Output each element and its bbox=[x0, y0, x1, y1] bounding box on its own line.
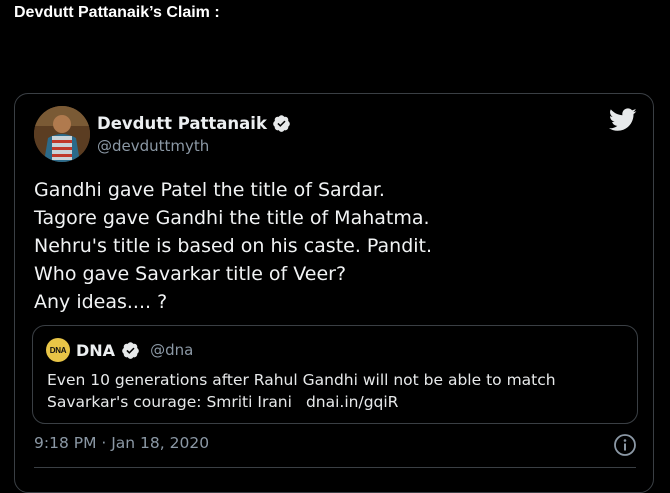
quoted-text-line: Even 10 generations after Rahul Gandhi w… bbox=[47, 371, 556, 389]
tweet-text-line: Tagore gave Gandhi the title of Mahatma. bbox=[34, 207, 430, 229]
quoted-tweet-header: DNA DNA @dna bbox=[46, 338, 193, 362]
tweet-text: Gandhi gave Patel the title of Sardar. T… bbox=[34, 176, 432, 316]
author-handle[interactable]: @devduttmyth bbox=[97, 137, 209, 155]
tweet-text-line: Any ideas.... ? bbox=[34, 291, 168, 313]
tweet-timestamp[interactable]: 9:18 PM · Jan 18, 2020 bbox=[34, 434, 209, 452]
tweet-text-line: Nehru's title is based on his caste. Pan… bbox=[34, 235, 433, 257]
tweet-card[interactable]: Devdutt Pattanaik @devduttmyth Gandhi ga… bbox=[14, 93, 654, 493]
quoted-text-line: Savarkar's courage: Smriti Irani bbox=[47, 393, 292, 411]
author-avatar[interactable] bbox=[34, 106, 90, 162]
dna-logo[interactable]: DNA bbox=[46, 338, 70, 362]
quoted-tweet-text: Even 10 generations after Rahul Gandhi w… bbox=[47, 369, 556, 413]
page-heading: Devdutt Pattanaik’s Claim : bbox=[14, 4, 220, 21]
quoted-author-handle: @dna bbox=[150, 341, 194, 359]
verified-badge-icon bbox=[273, 115, 290, 132]
info-icon[interactable] bbox=[613, 433, 637, 457]
quoted-text-line-2: Savarkar's courage: Smriti Irani dnai.in/… bbox=[47, 391, 556, 413]
twitter-bird-icon[interactable] bbox=[609, 108, 637, 132]
quoted-author-name: DNA bbox=[76, 340, 116, 360]
author-name[interactable]: Devdutt Pattanaik bbox=[97, 114, 267, 133]
tweet-divider bbox=[34, 467, 636, 468]
quoted-tweet-card[interactable]: DNA DNA @dna Even 10 generations after R… bbox=[32, 325, 638, 424]
verified-badge-icon bbox=[122, 341, 139, 359]
quoted-link[interactable]: dnai.in/gqiR bbox=[306, 393, 399, 411]
author-name-row[interactable]: Devdutt Pattanaik bbox=[97, 114, 291, 133]
tweet-text-line: Gandhi gave Patel the title of Sardar. bbox=[34, 179, 385, 201]
tweet-text-line: Who gave Savarkar title of Veer? bbox=[34, 263, 347, 285]
